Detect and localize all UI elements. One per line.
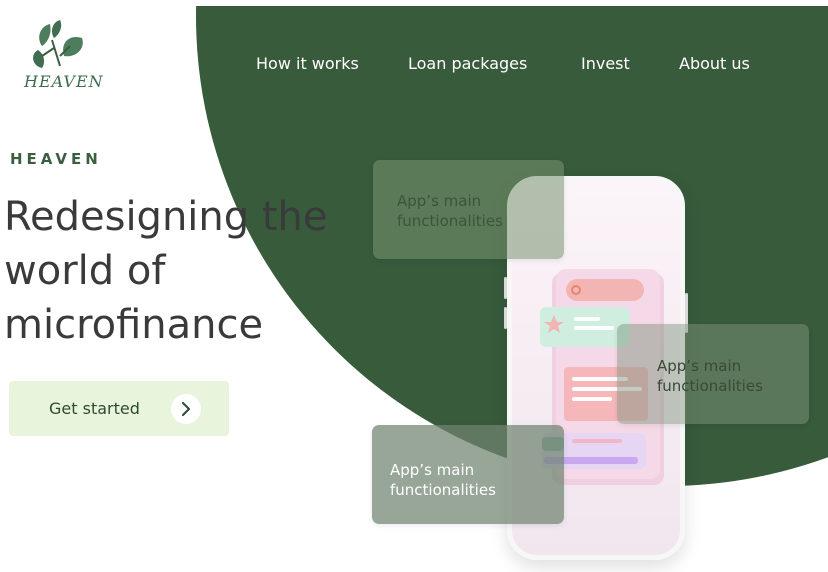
feature-card: App’s main functionalities [372,425,564,524]
headline-line: microfinance [4,302,264,348]
nav-about-us[interactable]: About us [679,54,750,73]
nav-how-it-works[interactable]: How it works [256,54,359,73]
headline-line: world of [4,248,166,294]
nav-loan-packages[interactable]: Loan packages [408,54,527,73]
get-started-button[interactable]: Get started [9,381,229,436]
feature-card-text: App’s main functionalities [390,461,496,499]
nav-invest[interactable]: Invest [581,54,630,73]
top-nav: How it works Loan packages Invest About … [0,54,828,76]
chevron-right-icon [182,402,190,416]
feature-card: App’s main functionalities [373,160,564,259]
eyebrow-brand: HEAVEN [10,150,102,168]
get-started-label: Get started [49,399,140,418]
phone-side-button [504,277,507,299]
phone-side-button [504,307,507,329]
headline-line: Redesigning the [4,194,328,240]
cta-circle [171,394,201,424]
feature-card: App’s main functionalities [617,324,809,424]
feature-card-text: App’s main functionalities [397,192,503,230]
feature-card-text: App’s main functionalities [657,357,763,395]
hero-headline: Redesigning the world of microfinance [4,190,364,352]
